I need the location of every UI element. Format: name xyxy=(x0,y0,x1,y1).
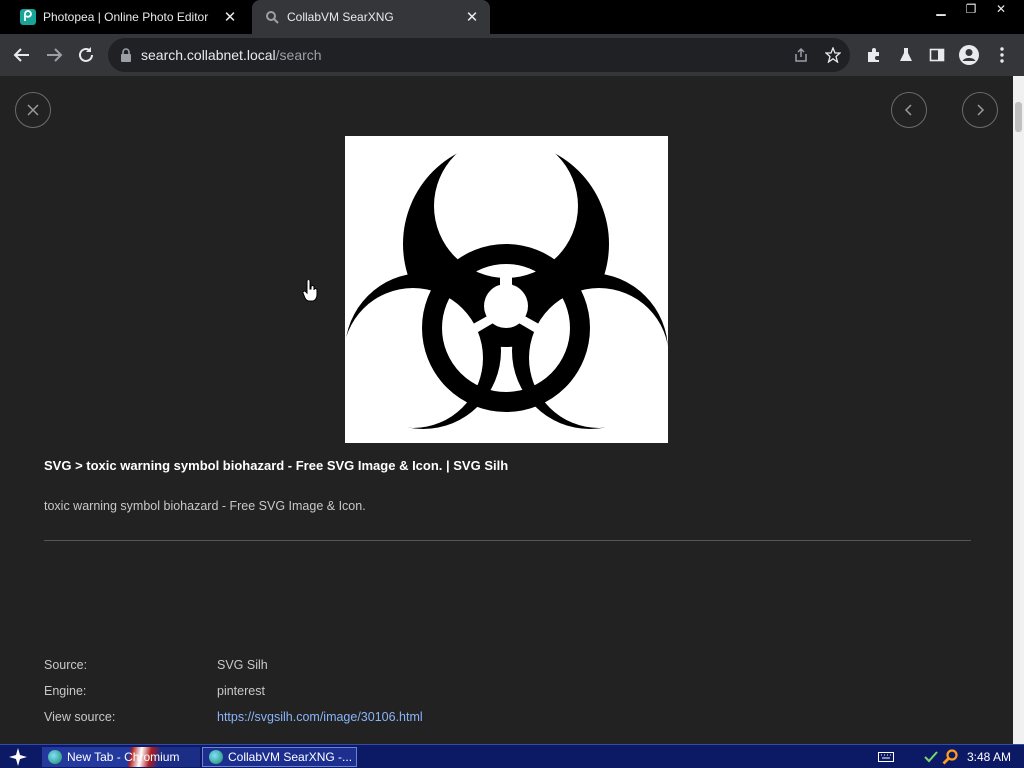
view-source-link[interactable]: https://svgsilh.com/image/30106.html xyxy=(217,710,423,724)
back-arrow-icon xyxy=(13,48,29,62)
close-detail-button[interactable] xyxy=(15,92,51,128)
page-scrollbar[interactable] xyxy=(1013,76,1024,744)
engine-value: pinterest xyxy=(217,684,265,698)
biohazard-symbol-image xyxy=(345,136,668,429)
chromium-icon xyxy=(209,750,223,764)
lock-icon xyxy=(121,48,131,62)
extensions-puzzle-icon[interactable] xyxy=(860,41,888,69)
taskbar-item-label: New Tab - Chromium xyxy=(67,750,180,764)
side-panel-icon[interactable] xyxy=(923,41,951,69)
forward-button[interactable] xyxy=(38,39,70,71)
menu-kebab-icon[interactable] xyxy=(988,41,1016,69)
scrollbar-thumb[interactable] xyxy=(1015,102,1022,132)
divider xyxy=(44,540,971,541)
start-button[interactable] xyxy=(4,747,32,767)
network-icon[interactable] xyxy=(924,749,938,765)
url-text: search.collabnet.local/search xyxy=(141,47,322,63)
chromium-icon xyxy=(48,750,62,764)
start-star-icon xyxy=(9,748,27,766)
tab-title: CollabVM SearXNG xyxy=(287,10,394,24)
address-bar[interactable]: search.collabnet.local/search xyxy=(108,38,850,72)
reload-button[interactable] xyxy=(70,39,102,71)
next-result-button[interactable] xyxy=(962,92,998,128)
share-icon[interactable] xyxy=(789,43,813,67)
browser-toolbar: search.collabnet.local/search xyxy=(0,34,1024,76)
window-controls: ▁ ❐ ✕ xyxy=(926,0,1016,18)
result-title: SVG > toxic warning symbol biohazard - F… xyxy=(44,458,509,473)
tab-title: Photopea | Online Photo Editor xyxy=(43,10,209,24)
result-description: toxic warning symbol biohazard - Free SV… xyxy=(44,499,366,513)
engine-label: Engine: xyxy=(44,684,87,698)
result-image[interactable] xyxy=(345,136,668,443)
tab-photopea[interactable]: Photopea | Online Photo Editor ✕ xyxy=(8,0,248,34)
back-button[interactable] xyxy=(6,39,38,71)
keyboard-icon[interactable] xyxy=(878,749,894,765)
tab-searxng[interactable]: CollabVM SearXNG ✕ xyxy=(252,0,490,34)
taskbar-item-new-tab[interactable]: New Tab - Chromium xyxy=(42,747,200,767)
searxng-icon xyxy=(264,9,280,25)
url-host: search.collabnet.local xyxy=(141,47,276,63)
reload-icon xyxy=(79,47,93,62)
chevron-right-icon xyxy=(977,104,985,116)
taskbar: New Tab - Chromium CollabVM SearXNG -...… xyxy=(0,744,1024,768)
close-window-icon[interactable]: ✕ xyxy=(986,0,1016,18)
search-magnifier-icon[interactable] xyxy=(942,749,958,765)
source-value: SVG Silh xyxy=(217,658,268,672)
minimize-icon[interactable]: ▁ xyxy=(926,0,956,18)
taskbar-item-searxng[interactable]: CollabVM SearXNG -... xyxy=(202,747,357,767)
hand-cursor-icon xyxy=(302,280,318,302)
labs-flask-icon[interactable] xyxy=(892,41,920,69)
image-detail-panel: SVG > toxic warning symbol biohazard - F… xyxy=(0,76,1013,744)
profile-avatar-icon[interactable] xyxy=(955,41,983,69)
source-label: Source: xyxy=(44,658,88,672)
previous-result-button[interactable] xyxy=(891,92,927,128)
chevron-left-icon xyxy=(904,104,912,116)
tab-strip: Photopea | Online Photo Editor ✕ CollabV… xyxy=(0,0,1024,34)
url-path: /search xyxy=(275,47,322,63)
photopea-icon xyxy=(20,9,36,25)
forward-arrow-icon xyxy=(47,48,63,62)
taskbar-item-label: CollabVM SearXNG -... xyxy=(228,750,353,764)
restore-icon[interactable]: ❐ xyxy=(956,0,986,18)
close-icon xyxy=(27,104,39,116)
close-tab-icon[interactable]: ✕ xyxy=(462,7,482,27)
bookmark-star-icon[interactable] xyxy=(821,43,845,67)
clock: 3:48 AM xyxy=(967,750,1012,764)
view-source-label: View source: xyxy=(44,710,116,724)
close-tab-icon[interactable]: ✕ xyxy=(220,7,240,27)
